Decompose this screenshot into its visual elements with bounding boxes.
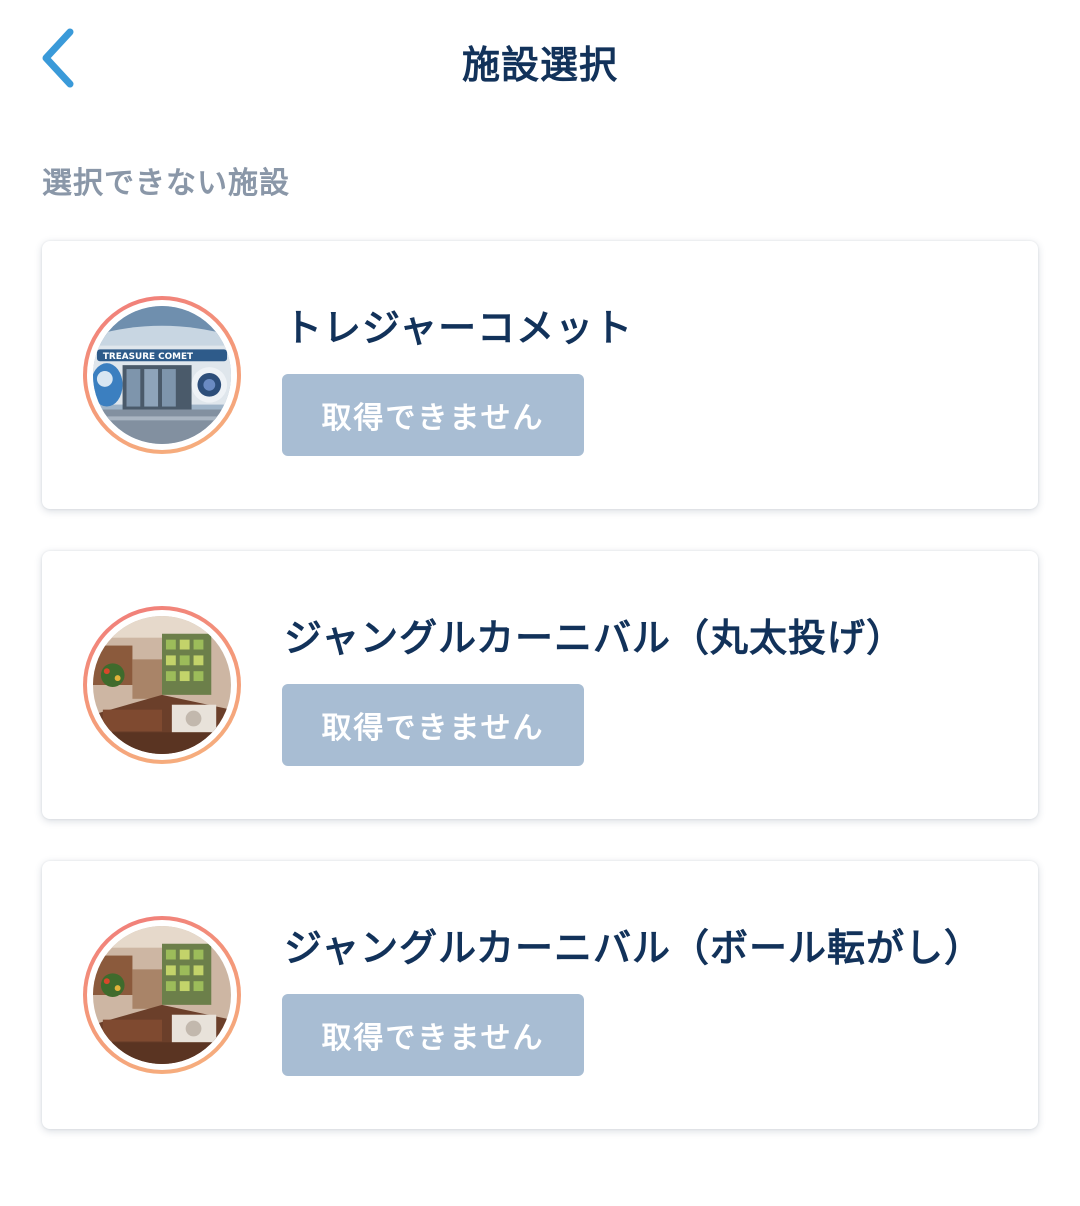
unavailable-button[interactable]: 取得できません <box>282 684 584 766</box>
jungle-carnival-photo <box>93 926 231 1064</box>
facility-name: ジャングルカーニバル（丸太投げ） <box>284 616 905 660</box>
facility-select-screen: 施設選択 選択できない施設 TREASURE COMET トレジャーコメット 取… <box>0 0 1080 1206</box>
header: 施設選択 <box>0 0 1080 120</box>
unavailable-button[interactable]: 取得できません <box>282 994 584 1076</box>
section-label: 選択できない施設 <box>42 166 290 201</box>
facility-avatar <box>83 606 241 764</box>
jungle-carnival-photo <box>93 616 231 754</box>
facility-card: ジャングルカーニバル（ボール転がし） 取得できません <box>42 861 1038 1129</box>
unavailable-button[interactable]: 取得できません <box>282 374 584 456</box>
page-title: 施設選択 <box>461 43 618 87</box>
facility-avatar: TREASURE COMET <box>83 296 241 454</box>
facility-name: トレジャーコメット <box>284 306 634 350</box>
facility-card: ジャングルカーニバル（丸太投げ） 取得できません <box>42 551 1038 819</box>
treasure-comet-photo: TREASURE COMET <box>93 306 231 444</box>
facility-name: ジャングルカーニバル（ボール転がし） <box>284 926 983 970</box>
store-sign: TREASURE COMET <box>103 352 193 362</box>
facility-avatar <box>83 916 241 1074</box>
facility-card: TREASURE COMET トレジャーコメット 取得できません <box>42 241 1038 509</box>
